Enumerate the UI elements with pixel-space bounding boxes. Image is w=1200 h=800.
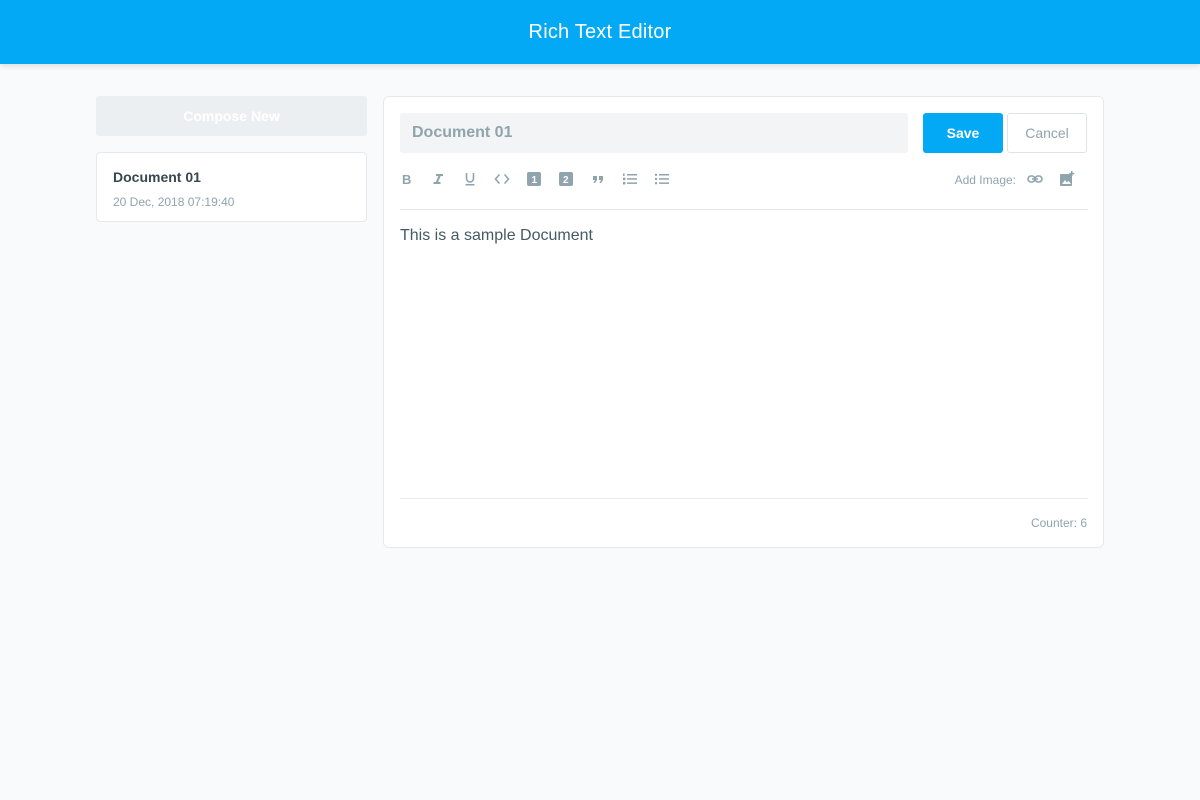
document-date: 20 Dec, 2018 07:19:40 — [113, 195, 235, 209]
underline-icon[interactable] — [458, 167, 482, 191]
link-icon[interactable] — [1023, 167, 1047, 191]
editor-content[interactable]: This is a sample Document — [400, 227, 1088, 245]
bullet-list-icon[interactable] — [650, 167, 674, 191]
footer-divider — [400, 498, 1088, 499]
character-counter: Counter: 6 — [1031, 516, 1087, 530]
italic-icon[interactable] — [426, 167, 450, 191]
cancel-button[interactable]: Cancel — [1007, 113, 1087, 153]
document-title-input[interactable]: Document 01 — [400, 113, 908, 153]
blockquote-icon[interactable] — [586, 167, 610, 191]
formatting-toolbar: B 1 2 Add Image: — [400, 167, 1088, 193]
document-title: Document 01 — [113, 169, 201, 185]
document-list-item[interactable]: Document 01 20 Dec, 2018 07:19:40 — [96, 152, 367, 222]
svg-text:2: 2 — [563, 175, 569, 186]
svg-text:B: B — [402, 172, 411, 186]
ordered-list-icon[interactable] — [618, 167, 642, 191]
save-button[interactable]: Save — [923, 113, 1003, 153]
editor-panel: Document 01 Save Cancel B 1 2 Add Image:… — [383, 96, 1104, 548]
code-icon[interactable] — [490, 167, 514, 191]
heading-1-icon[interactable]: 1 — [522, 167, 546, 191]
add-image-label: Add Image: — [954, 173, 1016, 187]
svg-text:1: 1 — [532, 175, 538, 186]
counter-value: 6 — [1080, 516, 1087, 530]
app-title: Rich Text Editor — [528, 20, 672, 43]
toolbar-divider — [400, 209, 1088, 210]
add-photo-icon[interactable] — [1055, 167, 1079, 191]
app-header: Rich Text Editor — [0, 0, 1200, 64]
counter-label: Counter: — [1030, 516, 1077, 530]
heading-2-icon[interactable]: 2 — [554, 167, 578, 191]
bold-icon[interactable]: B — [394, 167, 418, 191]
compose-new-button[interactable]: Compose New — [96, 96, 367, 136]
sidebar: Compose New Document 01 20 Dec, 2018 07:… — [96, 96, 367, 222]
